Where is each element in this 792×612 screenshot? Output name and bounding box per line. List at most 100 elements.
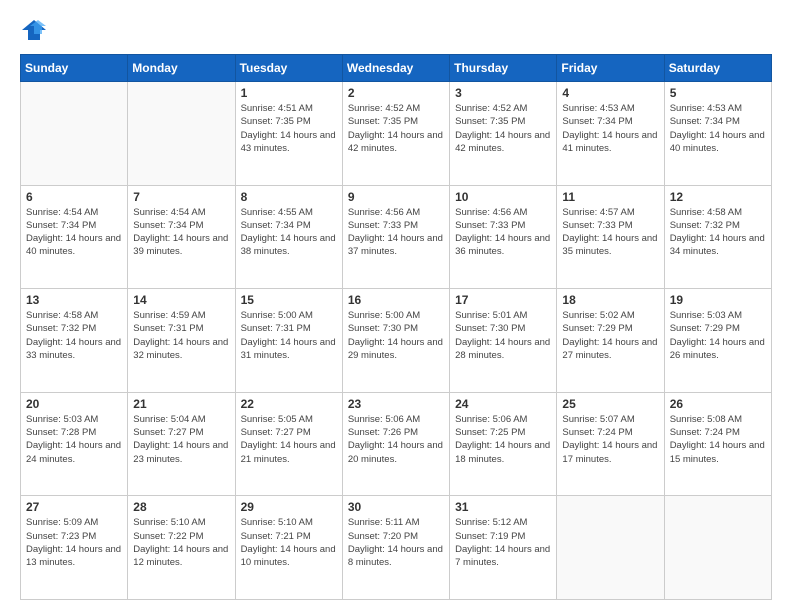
- week-row-5: 27Sunrise: 5:09 AMSunset: 7:23 PMDayligh…: [21, 496, 772, 600]
- calendar-cell: 11 Sunrise: 4:57 AMSunset: 7:33 PMDayligh…: [557, 185, 664, 289]
- calendar-cell: 18 Sunrise: 5:02 AMSunset: 7:29 PMDayligh…: [557, 289, 664, 393]
- day-number: 9: [348, 190, 444, 204]
- calendar-cell: [557, 496, 664, 600]
- day-number: 19: [670, 293, 766, 307]
- calendar-cell: 16 Sunrise: 5:00 AMSunset: 7:30 PMDayligh…: [342, 289, 449, 393]
- day-number: 25: [562, 397, 658, 411]
- calendar-cell: 30 Sunrise: 5:11 AMSunset: 7:20 PMDayligh…: [342, 496, 449, 600]
- day-info: Sunrise: 5:09 AMSunset: 7:23 PMDaylight:…: [26, 516, 122, 569]
- week-row-2: 6 Sunrise: 4:54 AMSunset: 7:34 PMDaylight…: [21, 185, 772, 289]
- calendar-cell: 27Sunrise: 5:09 AMSunset: 7:23 PMDayligh…: [21, 496, 128, 600]
- day-number: 6: [26, 190, 122, 204]
- weekday-header-monday: Monday: [128, 55, 235, 82]
- calendar-cell: 13 Sunrise: 4:58 AMSunset: 7:32 PMDayligh…: [21, 289, 128, 393]
- day-number: 2: [348, 86, 444, 100]
- day-number: 22: [241, 397, 337, 411]
- logo-icon: [20, 16, 48, 44]
- calendar-cell: 19 Sunrise: 5:03 AMSunset: 7:29 PMDayligh…: [664, 289, 771, 393]
- day-number: 31: [455, 500, 551, 514]
- day-info: Sunrise: 5:11 AMSunset: 7:20 PMDaylight:…: [348, 516, 444, 569]
- calendar-cell: 6 Sunrise: 4:54 AMSunset: 7:34 PMDaylight…: [21, 185, 128, 289]
- day-number: 8: [241, 190, 337, 204]
- day-info: Sunrise: 4:54 AMSunset: 7:34 PMDaylight:…: [133, 206, 229, 259]
- calendar-cell: 5 Sunrise: 4:53 AMSunset: 7:34 PMDaylight…: [664, 82, 771, 186]
- calendar-cell: 28Sunrise: 5:10 AMSunset: 7:22 PMDayligh…: [128, 496, 235, 600]
- day-number: 23: [348, 397, 444, 411]
- weekday-header-thursday: Thursday: [450, 55, 557, 82]
- weekday-header-wednesday: Wednesday: [342, 55, 449, 82]
- day-number: 29: [241, 500, 337, 514]
- weekday-header-saturday: Saturday: [664, 55, 771, 82]
- day-info: Sunrise: 5:06 AMSunset: 7:26 PMDaylight:…: [348, 413, 444, 466]
- day-info: Sunrise: 5:12 AMSunset: 7:19 PMDaylight:…: [455, 516, 551, 569]
- day-info: Sunrise: 4:56 AMSunset: 7:33 PMDaylight:…: [455, 206, 551, 259]
- day-number: 21: [133, 397, 229, 411]
- day-info: Sunrise: 4:58 AMSunset: 7:32 PMDaylight:…: [670, 206, 766, 259]
- calendar-table: SundayMondayTuesdayWednesdayThursdayFrid…: [20, 54, 772, 600]
- logo: [20, 16, 52, 44]
- calendar-cell: 17 Sunrise: 5:01 AMSunset: 7:30 PMDayligh…: [450, 289, 557, 393]
- calendar-cell: 12 Sunrise: 4:58 AMSunset: 7:32 PMDayligh…: [664, 185, 771, 289]
- day-info: Sunrise: 5:10 AMSunset: 7:21 PMDaylight:…: [241, 516, 337, 569]
- day-info: Sunrise: 4:54 AMSunset: 7:34 PMDaylight:…: [26, 206, 122, 259]
- day-info: Sunrise: 4:59 AMSunset: 7:31 PMDaylight:…: [133, 309, 229, 362]
- week-row-4: 20 Sunrise: 5:03 AMSunset: 7:28 PMDayligh…: [21, 392, 772, 496]
- day-info: Sunrise: 5:06 AMSunset: 7:25 PMDaylight:…: [455, 413, 551, 466]
- weekday-header-sunday: Sunday: [21, 55, 128, 82]
- calendar-cell: [664, 496, 771, 600]
- day-number: 30: [348, 500, 444, 514]
- day-number: 3: [455, 86, 551, 100]
- calendar-cell: 21Sunrise: 5:04 AMSunset: 7:27 PMDayligh…: [128, 392, 235, 496]
- day-number: 28: [133, 500, 229, 514]
- day-info: Sunrise: 5:01 AMSunset: 7:30 PMDaylight:…: [455, 309, 551, 362]
- day-info: Sunrise: 5:03 AMSunset: 7:28 PMDaylight:…: [26, 413, 122, 466]
- day-info: Sunrise: 5:05 AMSunset: 7:27 PMDaylight:…: [241, 413, 337, 466]
- day-number: 4: [562, 86, 658, 100]
- calendar-cell: [21, 82, 128, 186]
- week-row-3: 13 Sunrise: 4:58 AMSunset: 7:32 PMDayligh…: [21, 289, 772, 393]
- day-info: Sunrise: 5:02 AMSunset: 7:29 PMDaylight:…: [562, 309, 658, 362]
- calendar-cell: 9 Sunrise: 4:56 AMSunset: 7:33 PMDaylight…: [342, 185, 449, 289]
- day-info: Sunrise: 4:58 AMSunset: 7:32 PMDaylight:…: [26, 309, 122, 362]
- day-info: Sunrise: 4:56 AMSunset: 7:33 PMDaylight:…: [348, 206, 444, 259]
- day-number: 20: [26, 397, 122, 411]
- day-info: Sunrise: 4:51 AMSunset: 7:35 PMDaylight:…: [241, 102, 337, 155]
- calendar-cell: 14 Sunrise: 4:59 AMSunset: 7:31 PMDayligh…: [128, 289, 235, 393]
- day-number: 16: [348, 293, 444, 307]
- day-number: 12: [670, 190, 766, 204]
- page: SundayMondayTuesdayWednesdayThursdayFrid…: [0, 0, 792, 612]
- calendar-cell: 3Sunrise: 4:52 AMSunset: 7:35 PMDaylight…: [450, 82, 557, 186]
- day-number: 17: [455, 293, 551, 307]
- day-number: 13: [26, 293, 122, 307]
- calendar-cell: 1Sunrise: 4:51 AMSunset: 7:35 PMDaylight…: [235, 82, 342, 186]
- day-number: 10: [455, 190, 551, 204]
- day-info: Sunrise: 5:00 AMSunset: 7:31 PMDaylight:…: [241, 309, 337, 362]
- weekday-header-row: SundayMondayTuesdayWednesdayThursdayFrid…: [21, 55, 772, 82]
- day-info: Sunrise: 4:57 AMSunset: 7:33 PMDaylight:…: [562, 206, 658, 259]
- day-info: Sunrise: 5:03 AMSunset: 7:29 PMDaylight:…: [670, 309, 766, 362]
- day-info: Sunrise: 4:52 AMSunset: 7:35 PMDaylight:…: [348, 102, 444, 155]
- weekday-header-friday: Friday: [557, 55, 664, 82]
- calendar-cell: 8 Sunrise: 4:55 AMSunset: 7:34 PMDaylight…: [235, 185, 342, 289]
- day-info: Sunrise: 4:55 AMSunset: 7:34 PMDaylight:…: [241, 206, 337, 259]
- day-number: 18: [562, 293, 658, 307]
- week-row-1: 1Sunrise: 4:51 AMSunset: 7:35 PMDaylight…: [21, 82, 772, 186]
- day-info: Sunrise: 5:08 AMSunset: 7:24 PMDaylight:…: [670, 413, 766, 466]
- day-number: 11: [562, 190, 658, 204]
- day-number: 7: [133, 190, 229, 204]
- calendar-cell: [128, 82, 235, 186]
- day-info: Sunrise: 5:07 AMSunset: 7:24 PMDaylight:…: [562, 413, 658, 466]
- calendar-cell: 31 Sunrise: 5:12 AMSunset: 7:19 PMDayligh…: [450, 496, 557, 600]
- calendar-cell: 10 Sunrise: 4:56 AMSunset: 7:33 PMDayligh…: [450, 185, 557, 289]
- day-number: 5: [670, 86, 766, 100]
- day-info: Sunrise: 5:00 AMSunset: 7:30 PMDaylight:…: [348, 309, 444, 362]
- calendar-cell: 4 Sunrise: 4:53 AMSunset: 7:34 PMDaylight…: [557, 82, 664, 186]
- day-info: Sunrise: 4:53 AMSunset: 7:34 PMDaylight:…: [670, 102, 766, 155]
- calendar-cell: 2 Sunrise: 4:52 AMSunset: 7:35 PMDaylight…: [342, 82, 449, 186]
- day-info: Sunrise: 4:53 AMSunset: 7:34 PMDaylight:…: [562, 102, 658, 155]
- calendar-cell: 29 Sunrise: 5:10 AMSunset: 7:21 PMDayligh…: [235, 496, 342, 600]
- day-number: 24: [455, 397, 551, 411]
- calendar-cell: 23 Sunrise: 5:06 AMSunset: 7:26 PMDayligh…: [342, 392, 449, 496]
- day-number: 14: [133, 293, 229, 307]
- calendar-cell: 25 Sunrise: 5:07 AMSunset: 7:24 PMDayligh…: [557, 392, 664, 496]
